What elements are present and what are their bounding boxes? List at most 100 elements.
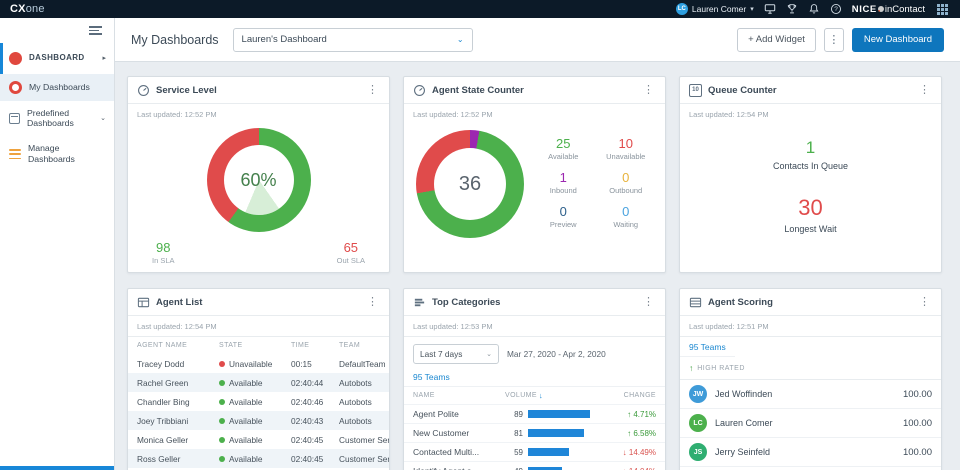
last-updated: Last updated: 12:54 PM xyxy=(680,104,941,124)
page-header: My Dashboards Lauren's Dashboard ⌄ + Add… xyxy=(115,18,960,62)
state-dot-icon xyxy=(219,418,225,424)
app-body: DASHBOARD ▸ My Dashboards Predefined Das… xyxy=(0,18,960,470)
screens-icon[interactable] xyxy=(764,3,776,15)
widget-menu-button[interactable]: ⋮ xyxy=(365,85,380,96)
sidebar-item-my-dashboards[interactable]: My Dashboards xyxy=(0,74,114,101)
user-menu[interactable]: LC Lauren Comer ▾ xyxy=(676,3,754,15)
brand-dot-icon: · xyxy=(878,6,884,12)
widget-agent-list: Agent List ⋮ Last updated: 12:54 PM AGEN… xyxy=(127,288,390,470)
table-icon xyxy=(137,296,150,309)
user-avatar: LC xyxy=(676,3,688,15)
in-sla-value: 98 xyxy=(152,240,175,255)
date-range-select[interactable]: Last 7 days ⌄ xyxy=(413,344,499,364)
agent-state-total: 36 xyxy=(459,173,481,196)
widget-service-level: Service Level ⋮ Last updated: 12:52 PM 6… xyxy=(127,76,390,273)
bar-chart-icon xyxy=(413,296,426,309)
avatar: LC xyxy=(689,414,707,432)
list-item: LC Lauren Comer 100.00 xyxy=(680,409,941,438)
service-level-donut: 60% xyxy=(207,128,311,232)
manage-dashboards-icon xyxy=(9,149,21,159)
change-value: ↓ 14.49% xyxy=(623,448,656,457)
new-dashboard-button[interactable]: New Dashboard xyxy=(852,28,944,52)
teams-link[interactable]: 95 Teams xyxy=(680,337,735,357)
date-range-text: Mar 27, 2020 - Apr 2, 2020 xyxy=(507,349,606,359)
dashboard-icon xyxy=(9,52,22,65)
scoring-table-icon xyxy=(689,296,702,309)
stat-preview: 0 Preview xyxy=(532,204,595,229)
category-row: New Customer 81 ↑ 6.58% xyxy=(404,423,665,442)
trophy-icon[interactable] xyxy=(786,3,798,15)
chevron-right-icon: ▸ xyxy=(102,54,106,62)
volume-bar xyxy=(528,410,590,418)
apps-grid-icon[interactable] xyxy=(935,2,950,17)
top-categories-filter: Last 7 days ⌄ Mar 27, 2020 - Apr 2, 2020 xyxy=(404,337,665,367)
chevron-down-icon: ⌄ xyxy=(457,35,464,44)
agent-list-table: AGENT NAME STATE TIME TEAM Tracey Dodd U… xyxy=(128,337,389,468)
out-sla-value: 65 xyxy=(337,240,365,255)
widget-menu-button[interactable]: ⋮ xyxy=(917,85,932,96)
table-row: Chandler Bing Available 02:40:46 Autobot… xyxy=(128,392,389,411)
table-row: Joey Tribbiani Available 02:40:43 Autobo… xyxy=(128,411,389,430)
col-time: TIME xyxy=(282,337,330,354)
col-volume[interactable]: VOLUME↓ xyxy=(505,391,604,400)
logo-one: one xyxy=(26,3,45,15)
last-updated: Last updated: 12:52 PM xyxy=(128,104,389,124)
widget-menu-button[interactable]: ⋮ xyxy=(641,85,656,96)
category-row: Identify Agent a... 49 ↓ 14.04% xyxy=(404,461,665,470)
sla-stats: 98 In SLA 65 Out SLA xyxy=(128,240,389,265)
stat-available: 25 Available xyxy=(532,136,595,161)
table-row: Rachel Green Available 02:40:44 Autobots xyxy=(128,373,389,392)
dashboard-select[interactable]: Lauren's Dashboard ⌄ xyxy=(233,28,473,52)
state-dot-icon xyxy=(219,380,225,386)
add-widget-button[interactable]: + Add Widget xyxy=(737,28,816,52)
category-row: Agent Polite 89 ↑ 4.71% xyxy=(404,404,665,423)
volume-bar xyxy=(528,448,569,456)
teams-link[interactable]: 95 Teams xyxy=(404,367,459,386)
widget-menu-button[interactable]: ⋮ xyxy=(917,297,932,308)
col-change: CHANGE xyxy=(604,392,656,399)
avatar: JW xyxy=(689,385,707,403)
widgets-grid: Service Level ⋮ Last updated: 12:52 PM 6… xyxy=(115,62,960,470)
help-icon[interactable]: ? xyxy=(830,3,842,15)
col-name: NAME xyxy=(413,392,505,399)
high-rated-sort[interactable]: ↑ HIGH RATED xyxy=(680,357,941,380)
change-value: ↑ 6.58% xyxy=(627,429,656,438)
sidebar-item-label: Manage Dashboards xyxy=(28,143,106,165)
stat-waiting: 0 Waiting xyxy=(595,204,658,229)
widget-menu-button[interactable]: ⋮ xyxy=(641,297,656,308)
cxone-logo: CXone xyxy=(10,3,45,15)
widget-title: Queue Counter xyxy=(708,85,777,96)
longest-wait-label: Longest Wait xyxy=(784,224,836,234)
top-categories-header: NAME VOLUME↓ CHANGE xyxy=(404,386,665,404)
collapse-menu-icon[interactable] xyxy=(89,26,102,35)
widget-header: Agent State Counter ⋮ xyxy=(404,77,665,104)
widget-header: Agent List ⋮ xyxy=(128,289,389,316)
change-value: ↓ 14.04% xyxy=(623,467,656,470)
sidebar-item-predefined-dashboards[interactable]: Predefined Dashboards ⌄ xyxy=(0,101,114,137)
longest-wait-value: 30 xyxy=(798,195,822,221)
sidebar-item-label: My Dashboards xyxy=(29,82,90,93)
widget-top-categories: Top Categories ⋮ Last updated: 12:53 PM … xyxy=(403,288,666,470)
table-row: Ross Geller Available 02:40:45 Customer … xyxy=(128,449,389,468)
widget-menu-button[interactable]: ⋮ xyxy=(365,297,380,308)
sort-desc-icon: ↓ xyxy=(539,391,543,400)
sidebar-item-manage-dashboards[interactable]: Manage Dashboards xyxy=(0,136,114,172)
list-item: JW Jed Woffinden 100.00 xyxy=(680,380,941,409)
donut-center: 60% xyxy=(224,145,294,215)
contacts-in-queue-label: Contacts In Queue xyxy=(773,161,848,171)
stat-unavailable: 10 Unavailable xyxy=(595,136,658,161)
col-team: TEAM xyxy=(330,337,389,354)
chevron-down-icon: ⌄ xyxy=(486,350,492,358)
logo-cx: CX xyxy=(10,3,26,15)
state-dot-icon xyxy=(219,361,225,367)
header-menu-button[interactable]: ⋮ xyxy=(824,28,844,52)
table-header-row: AGENT NAME STATE TIME TEAM xyxy=(128,337,389,354)
chevron-down-icon: ⌄ xyxy=(100,114,106,122)
widget-agent-state-counter: Agent State Counter ⋮ Last updated: 12:5… xyxy=(403,76,666,273)
out-sla-label: Out SLA xyxy=(337,256,365,265)
table-row: Monica Geller Available 02:40:45 Custome… xyxy=(128,430,389,449)
bell-icon[interactable] xyxy=(808,3,820,15)
service-level-body: 60% 98 In SLA 65 Out SLA xyxy=(128,124,389,272)
sidebar-item-label: Predefined Dashboards xyxy=(27,108,85,130)
sidebar-item-dashboard[interactable]: DASHBOARD ▸ xyxy=(0,43,114,74)
